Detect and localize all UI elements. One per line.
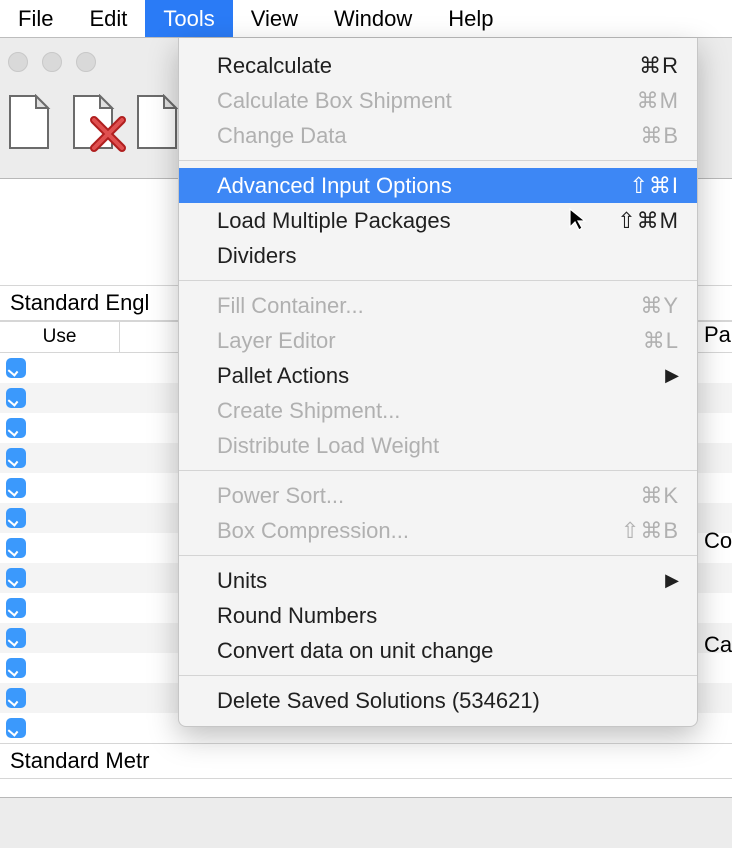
menu-item-box-compression: Box Compression... ⇧⌘B bbox=[179, 513, 697, 548]
use-checkbox[interactable] bbox=[6, 598, 26, 618]
menu-item-advanced-input-options[interactable]: Advanced Input Options ⇧⌘I bbox=[179, 168, 697, 203]
menu-item-delete-saved-solutions-534621[interactable]: Delete Saved Solutions (534621) bbox=[179, 683, 697, 718]
menu-item-calculate-box-shipment: Calculate Box Shipment ⌘M bbox=[179, 83, 697, 118]
menu-item-convert-data-on-unit-change[interactable]: Convert data on unit change bbox=[179, 633, 697, 668]
menu-item-units[interactable]: Units ▶ bbox=[179, 563, 697, 598]
menu-item-create-shipment: Create Shipment... bbox=[179, 393, 697, 428]
menu-file[interactable]: File bbox=[0, 0, 71, 37]
menu-item-shortcut: ⌘R bbox=[639, 53, 679, 79]
section-standard-metric[interactable]: Standard Metr bbox=[0, 743, 732, 779]
new-file-button[interactable] bbox=[6, 94, 52, 150]
menu-item-label: Fill Container... bbox=[217, 293, 364, 319]
menu-item-layer-editor: Layer Editor ⌘L bbox=[179, 323, 697, 358]
use-checkbox[interactable] bbox=[6, 718, 26, 738]
menu-item-label: Distribute Load Weight bbox=[217, 433, 439, 459]
right-side-labels: Pa Co Cas bbox=[704, 320, 732, 660]
submenu-arrow-icon: ▶ bbox=[665, 570, 679, 591]
use-checkbox[interactable] bbox=[6, 508, 26, 528]
menu-separator bbox=[179, 160, 697, 161]
use-checkbox[interactable] bbox=[6, 688, 26, 708]
menu-item-label: Recalculate bbox=[217, 53, 332, 79]
menu-separator bbox=[179, 280, 697, 281]
use-checkbox[interactable] bbox=[6, 658, 26, 678]
menu-item-label: Create Shipment... bbox=[217, 398, 400, 424]
menu-item-label: Power Sort... bbox=[217, 483, 344, 509]
menu-tools[interactable]: Tools bbox=[145, 0, 232, 37]
menu-item-dividers[interactable]: Dividers bbox=[179, 238, 697, 273]
menu-item-shortcut: ⌘K bbox=[640, 483, 679, 509]
menu-edit[interactable]: Edit bbox=[71, 0, 145, 37]
menu-item-label: Units bbox=[217, 568, 267, 594]
use-checkbox[interactable] bbox=[6, 538, 26, 558]
menu-item-label: Advanced Input Options bbox=[217, 173, 452, 199]
file-button-3[interactable] bbox=[134, 94, 180, 150]
menubar: FileEditToolsViewWindowHelp bbox=[0, 0, 732, 38]
menu-item-label: Change Data bbox=[217, 123, 347, 149]
menu-item-label: Box Compression... bbox=[217, 518, 409, 544]
menu-item-label: Layer Editor bbox=[217, 328, 336, 354]
use-checkbox[interactable] bbox=[6, 478, 26, 498]
menu-window[interactable]: Window bbox=[316, 0, 430, 37]
use-checkbox[interactable] bbox=[6, 388, 26, 408]
menu-item-power-sort: Power Sort... ⌘K bbox=[179, 478, 697, 513]
menu-item-shortcut: ⌘Y bbox=[640, 293, 679, 319]
close-window-button[interactable] bbox=[8, 52, 28, 72]
menu-item-fill-container: Fill Container... ⌘Y bbox=[179, 288, 697, 323]
menu-item-shortcut: ⇧⌘B bbox=[621, 518, 679, 544]
menu-item-recalculate[interactable]: Recalculate ⌘R bbox=[179, 48, 697, 83]
menu-help[interactable]: Help bbox=[430, 0, 511, 37]
zoom-window-button[interactable] bbox=[76, 52, 96, 72]
menu-item-round-numbers[interactable]: Round Numbers bbox=[179, 598, 697, 633]
minimize-window-button[interactable] bbox=[42, 52, 62, 72]
menu-item-label: Convert data on unit change bbox=[217, 638, 493, 664]
menu-item-distribute-load-weight: Distribute Load Weight bbox=[179, 428, 697, 463]
column-header-use[interactable]: Use bbox=[0, 322, 120, 352]
delete-file-button[interactable] bbox=[70, 94, 116, 150]
menu-item-label: Calculate Box Shipment bbox=[217, 88, 452, 114]
menu-item-label: Pallet Actions bbox=[217, 363, 349, 389]
right-label-2: Co bbox=[704, 526, 732, 556]
menu-separator bbox=[179, 675, 697, 676]
menu-item-shortcut: ⌘M bbox=[637, 88, 679, 114]
menu-item-label: Round Numbers bbox=[217, 603, 377, 629]
menu-item-shortcut: ⇧⌘M bbox=[617, 208, 679, 234]
menu-separator bbox=[179, 555, 697, 556]
right-label-1: Pa bbox=[704, 320, 732, 350]
menu-item-shortcut: ⌘L bbox=[643, 328, 679, 354]
menu-item-load-multiple-packages[interactable]: Load Multiple Packages ⇧⌘M bbox=[179, 203, 697, 238]
use-checkbox[interactable] bbox=[6, 358, 26, 378]
menu-item-shortcut: ⇧⌘I bbox=[629, 173, 679, 199]
x-icon bbox=[90, 116, 126, 152]
menu-item-change-data: Change Data ⌘B bbox=[179, 118, 697, 153]
use-checkbox[interactable] bbox=[6, 568, 26, 588]
menu-view[interactable]: View bbox=[233, 0, 316, 37]
use-checkbox[interactable] bbox=[6, 448, 26, 468]
right-label-3: Cas bbox=[704, 630, 732, 660]
menu-item-label: Load Multiple Packages bbox=[217, 208, 451, 234]
tools-menu-dropdown[interactable]: Recalculate ⌘R Calculate Box Shipment ⌘M Cha… bbox=[178, 38, 698, 727]
submenu-arrow-icon: ▶ bbox=[665, 365, 679, 386]
menu-separator bbox=[179, 470, 697, 471]
menu-item-label: Dividers bbox=[217, 243, 296, 269]
menu-item-pallet-actions[interactable]: Pallet Actions ▶ bbox=[179, 358, 697, 393]
use-checkbox[interactable] bbox=[6, 628, 26, 648]
menu-item-label: Delete Saved Solutions (534621) bbox=[217, 688, 540, 714]
use-checkbox[interactable] bbox=[6, 418, 26, 438]
menu-item-shortcut: ⌘B bbox=[640, 123, 679, 149]
